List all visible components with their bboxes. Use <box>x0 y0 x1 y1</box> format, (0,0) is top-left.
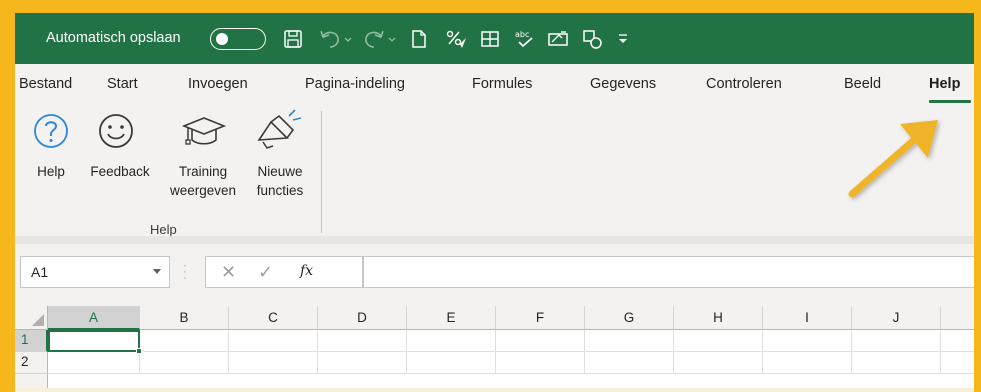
excel-window: Automatisch opslaan abc Bestand Start In… <box>0 0 981 392</box>
cell-d1[interactable] <box>318 330 407 352</box>
formula-buttons: ✕ ✓ fx <box>205 256 363 288</box>
autosave-label: Automatisch opslaan <box>46 30 181 46</box>
active-tab-indicator <box>929 100 971 103</box>
tab-bestand[interactable]: Bestand <box>19 76 72 92</box>
fill-handle[interactable] <box>136 348 142 354</box>
cancel-icon[interactable]: ✕ <box>221 262 236 283</box>
insert-function-button[interactable]: fx <box>300 263 313 279</box>
cell-c1[interactable] <box>229 330 318 352</box>
column-header-i[interactable]: I <box>763 306 852 330</box>
feedback-button-label: Feedback <box>90 164 150 179</box>
percent-format-icon[interactable] <box>442 25 470 53</box>
annotation-arrow-icon <box>848 120 938 198</box>
cell-j1[interactable] <box>852 330 941 352</box>
redo-icon[interactable] <box>362 25 396 53</box>
smiley-icon <box>96 112 136 153</box>
row-header-2[interactable]: 2 <box>15 352 48 374</box>
worksheet-grid: A B C D E F G H I J 1 2 <box>15 306 974 392</box>
cell-h1[interactable] <box>674 330 763 352</box>
name-box-dropdown-icon[interactable] <box>153 269 161 274</box>
cell-h2[interactable] <box>674 352 763 374</box>
spelling-icon[interactable]: abc <box>511 25 539 53</box>
formula-bar-grip-icon[interactable]: · · · <box>183 259 187 283</box>
group-separator <box>321 111 322 233</box>
cell-f1[interactable] <box>496 330 585 352</box>
tab-help[interactable]: Help <box>929 76 960 92</box>
cell-a2[interactable] <box>48 352 140 374</box>
name-box[interactable]: A1 <box>20 256 170 288</box>
cell-e1[interactable] <box>407 330 496 352</box>
column-header-h[interactable]: H <box>674 306 763 330</box>
frame-border-top <box>0 0 981 13</box>
active-cell-selection[interactable] <box>48 330 142 354</box>
column-header-j[interactable]: J <box>852 306 941 330</box>
tab-beeld[interactable]: Beeld <box>844 76 881 92</box>
bottom-edge <box>15 388 974 392</box>
tab-gegevens[interactable]: Gegevens <box>590 76 656 92</box>
row-header-1[interactable]: 1 <box>15 330 48 352</box>
column-header-a[interactable]: A <box>48 306 140 330</box>
help-button-label: Help <box>37 164 65 179</box>
undo-icon[interactable] <box>318 25 352 53</box>
cell-b2[interactable] <box>140 352 229 374</box>
column-header-b[interactable]: B <box>140 306 229 330</box>
cell-e2[interactable] <box>407 352 496 374</box>
tab-formules[interactable]: Formules <box>472 76 532 92</box>
cell-g1[interactable] <box>585 330 674 352</box>
column-header-g[interactable]: G <box>585 306 674 330</box>
tab-invoegen[interactable]: Invoegen <box>188 76 248 92</box>
graduation-cap-icon <box>180 112 228 153</box>
new-features-label-line1: Nieuwe <box>257 164 303 179</box>
name-box-value: A1 <box>31 264 49 280</box>
customize-menu-icon[interactable] <box>615 25 631 53</box>
cell-f2[interactable] <box>496 352 585 374</box>
training-label-line2: weergeven <box>169 183 237 198</box>
formula-input[interactable] <box>363 256 974 288</box>
table-icon[interactable] <box>477 25 503 53</box>
cell-d2[interactable] <box>318 352 407 374</box>
select-all-triangle-icon <box>32 314 44 326</box>
new-document-icon[interactable] <box>407 25 431 53</box>
ribbon-help-panel: Help Feedback Training weergeven Nieuwe … <box>15 106 974 244</box>
formula-bar: A1 · · · ✕ ✓ fx <box>15 244 974 306</box>
tab-start[interactable]: Start <box>107 76 138 92</box>
column-header-d[interactable]: D <box>318 306 407 330</box>
save-icon[interactable] <box>280 25 306 53</box>
tab-controleren[interactable]: Controleren <box>706 76 782 92</box>
cell-k2[interactable] <box>941 352 974 374</box>
cell-j2[interactable] <box>852 352 941 374</box>
enter-check-icon[interactable]: ✓ <box>258 262 273 283</box>
toggle-knob <box>216 33 228 45</box>
cell-g2[interactable] <box>585 352 674 374</box>
ribbon-tabs: Bestand Start Invoegen Pagina-indeling F… <box>15 64 974 106</box>
svg-text:abc: abc <box>515 30 529 39</box>
frame-border-left <box>0 0 15 392</box>
shapes-icon[interactable] <box>579 25 607 53</box>
data-validation-icon[interactable] <box>545 25 573 53</box>
title-bar: Automatisch opslaan abc <box>15 13 974 64</box>
cell-k1[interactable] <box>941 330 974 352</box>
autosave-toggle[interactable] <box>210 28 266 50</box>
select-all-button[interactable] <box>15 306 48 330</box>
cell-i2[interactable] <box>763 352 852 374</box>
column-header-c[interactable]: C <box>229 306 318 330</box>
cell-c2[interactable] <box>229 352 318 374</box>
training-label-line1: Training <box>178 164 228 179</box>
cell-i1[interactable] <box>763 330 852 352</box>
megaphone-icon <box>253 106 303 155</box>
tab-pagina-indeling[interactable]: Pagina-indeling <box>305 76 405 92</box>
new-features-label-line2: functies <box>256 183 304 198</box>
column-header-partial <box>941 306 974 330</box>
column-header-e[interactable]: E <box>407 306 496 330</box>
frame-border-right <box>974 0 981 392</box>
cell-b1[interactable] <box>140 330 229 352</box>
question-icon <box>32 112 70 153</box>
help-group-label: Help <box>150 222 177 237</box>
ribbon-divider <box>15 236 974 244</box>
column-header-f[interactable]: F <box>496 306 585 330</box>
